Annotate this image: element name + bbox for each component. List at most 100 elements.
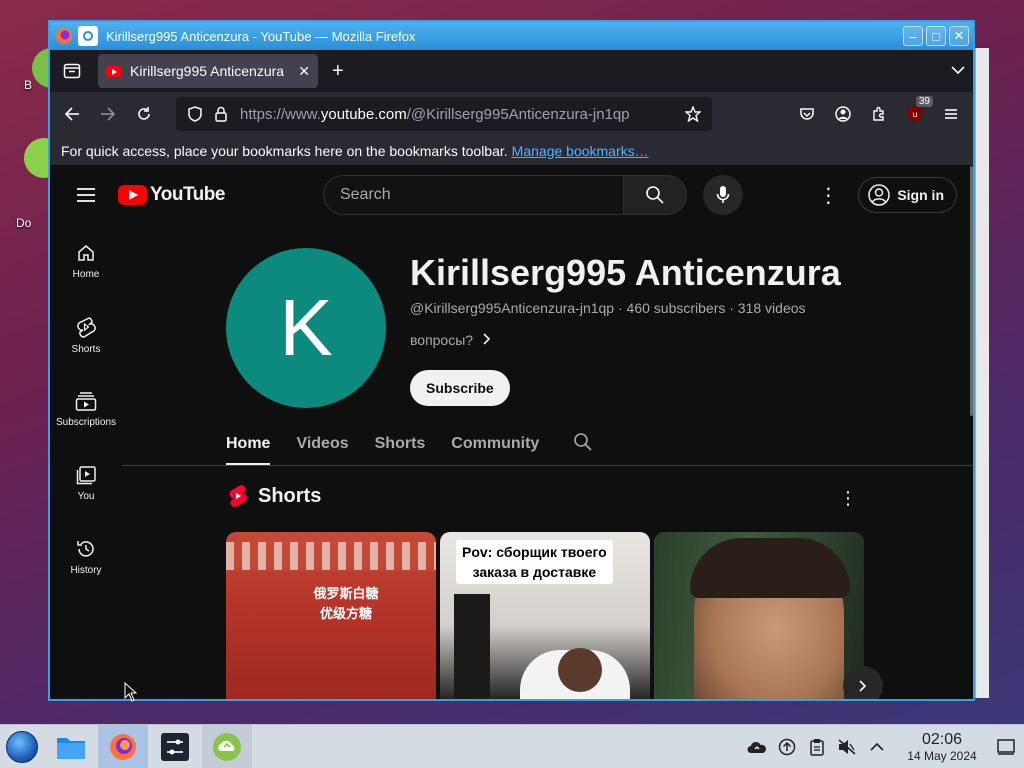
extension-badge-count: 39 <box>915 96 933 107</box>
maximize-button[interactable]: □ <box>926 26 946 46</box>
hair-shape <box>690 538 850 598</box>
tray-expand-icon[interactable] <box>862 732 892 762</box>
tab-shorts[interactable]: Shorts <box>375 424 426 464</box>
guide-item-you[interactable]: You <box>50 446 122 520</box>
channel-avatar[interactable]: K <box>226 248 386 408</box>
short-thumbnail[interactable]: 俄罗斯白糖 优级方糖 <box>226 532 436 699</box>
tab-videos[interactable]: Videos <box>296 424 348 464</box>
taskbar-cloud-app[interactable] <box>202 724 252 768</box>
bookmark-star-icon[interactable] <box>680 106 706 122</box>
reload-button[interactable] <box>128 98 160 130</box>
voice-search-button[interactable] <box>702 175 743 215</box>
volume-muted-icon[interactable] <box>832 732 862 762</box>
show-desktop-icon <box>997 738 1015 755</box>
minimize-button[interactable]: – <box>903 26 923 46</box>
subscriptions-icon <box>75 391 97 411</box>
channel-tabs: Home Videos Shorts Community <box>226 424 593 465</box>
shelf-next-button[interactable] <box>843 666 883 699</box>
lock-icon[interactable] <box>208 106 234 122</box>
navigation-toolbar: https://www.youtube.com/@Kirillserg995An… <box>50 92 973 136</box>
close-window-button[interactable]: ✕ <box>949 26 969 46</box>
updates-icon[interactable] <box>772 732 802 762</box>
desktop-label-1: B <box>24 78 33 92</box>
account-circle-icon <box>868 184 891 206</box>
account-icon[interactable] <box>827 98 859 130</box>
search-input[interactable]: Search <box>322 175 623 215</box>
taskbar-firefox[interactable] <box>98 724 148 768</box>
shorts-section-header: Shorts <box>228 484 321 508</box>
app-menu-icon[interactable] <box>935 98 967 130</box>
system-tray: 02:06 14 May 2024 <box>742 725 1024 768</box>
clock-date: 14 May 2024 <box>907 748 977 763</box>
tab-youtube-channel[interactable]: Kirillserg995 Anticenzura ✕ <box>98 54 318 88</box>
tab-home[interactable]: Home <box>226 424 271 465</box>
short-1-text-line2: 优级方糖 <box>319 606 372 621</box>
clipboard-icon[interactable] <box>802 732 832 762</box>
toolbar-actions: u 39 <box>787 96 967 130</box>
mini-guide: Home Shorts Subscriptions You History <box>50 224 122 594</box>
short-2-caption-line1: Pov: сборщик твоего <box>462 544 607 560</box>
guide-label-you: You <box>77 490 95 502</box>
back-button[interactable] <box>56 98 88 130</box>
youtube-play-icon <box>118 185 147 205</box>
clock[interactable]: 02:06 14 May 2024 <box>896 731 988 763</box>
show-desktop-button[interactable] <box>988 725 1024 768</box>
list-all-tabs-button[interactable] <box>951 62 965 80</box>
youtube-logo-text: YouTube <box>150 184 225 205</box>
firefox-logo-icon <box>54 26 74 46</box>
chevron-right-icon <box>483 332 491 348</box>
settings-sliders-icon <box>161 732 189 761</box>
window-menu-icon[interactable] <box>78 26 98 46</box>
start-orb-icon <box>6 730 38 763</box>
start-menu-button[interactable] <box>0 725 44 768</box>
guide-item-subscriptions[interactable]: Subscriptions <box>50 372 122 446</box>
background-window-edge <box>975 48 989 698</box>
ublock-extension-icon[interactable]: u 39 <box>899 96 933 130</box>
tab-community[interactable]: Community <box>451 424 539 464</box>
short-thumbnail[interactable] <box>654 532 864 699</box>
cloud-sync-icon[interactable] <box>742 732 772 762</box>
short-1-text-line1: 俄罗斯白糖 <box>313 586 379 601</box>
short-thumbnail[interactable]: Pov: сборщик твоего заказа в доставке <box>440 532 650 699</box>
svg-text:u: u <box>912 110 917 119</box>
page-scrollbar[interactable] <box>970 166 973 416</box>
forward-button[interactable] <box>92 98 124 130</box>
tab-close-icon[interactable]: ✕ <box>298 63 310 80</box>
firefox-icon <box>110 733 136 760</box>
guide-item-history[interactable]: History <box>50 520 122 594</box>
tracking-shield-icon[interactable] <box>182 106 208 122</box>
search-button[interactable] <box>622 175 687 215</box>
youtube-logo[interactable]: YouTube <box>118 184 225 206</box>
extensions-icon[interactable] <box>863 98 895 130</box>
address-bar[interactable]: https://www.youtube.com/@Kirillserg995An… <box>176 97 712 131</box>
guide-item-shorts[interactable]: Shorts <box>50 298 122 372</box>
new-tab-button[interactable]: + <box>332 60 344 83</box>
url-text: https://www.youtube.com/@Kirillserg995An… <box>234 106 680 123</box>
sign-in-button[interactable]: Sign in <box>858 177 957 213</box>
you-icon <box>76 465 96 484</box>
taskbar-file-manager[interactable] <box>46 725 96 768</box>
guide-menu-icon[interactable] <box>66 175 106 215</box>
search-bar: Search <box>322 175 743 215</box>
chevron-right-icon <box>859 680 867 692</box>
head-shape <box>558 648 602 692</box>
subscribe-button[interactable]: Subscribe <box>410 370 510 406</box>
window-titlebar[interactable]: Kirillserg995 Anticenzura - YouTube — Mo… <box>50 22 973 50</box>
channel-search-icon[interactable] <box>573 432 593 457</box>
url-path: /@Kirillserg995Anticenzura-jn1qp <box>406 105 630 123</box>
pocket-icon[interactable] <box>791 98 823 130</box>
microphone-icon <box>716 186 730 203</box>
home-icon <box>78 244 94 261</box>
firefox-window: Kirillserg995 Anticenzura - YouTube — Mo… <box>48 20 975 701</box>
guide-item-home[interactable]: Home <box>50 224 122 298</box>
shorts-more-button[interactable]: ⋮ <box>834 484 862 512</box>
settings-dots-button[interactable]: ⋮ <box>808 175 848 215</box>
taskbar-settings[interactable] <box>150 725 200 768</box>
doorway-shape <box>454 594 490 699</box>
tab-title: Kirillserg995 Anticenzura <box>130 63 285 79</box>
url-prefix: https://www. <box>240 105 321 123</box>
firefox-view-button[interactable] <box>58 57 86 85</box>
shorts-icon <box>77 316 96 338</box>
manage-bookmarks-link[interactable]: Manage bookmarks… <box>512 143 649 159</box>
channel-description[interactable]: вопросы? <box>410 332 491 348</box>
